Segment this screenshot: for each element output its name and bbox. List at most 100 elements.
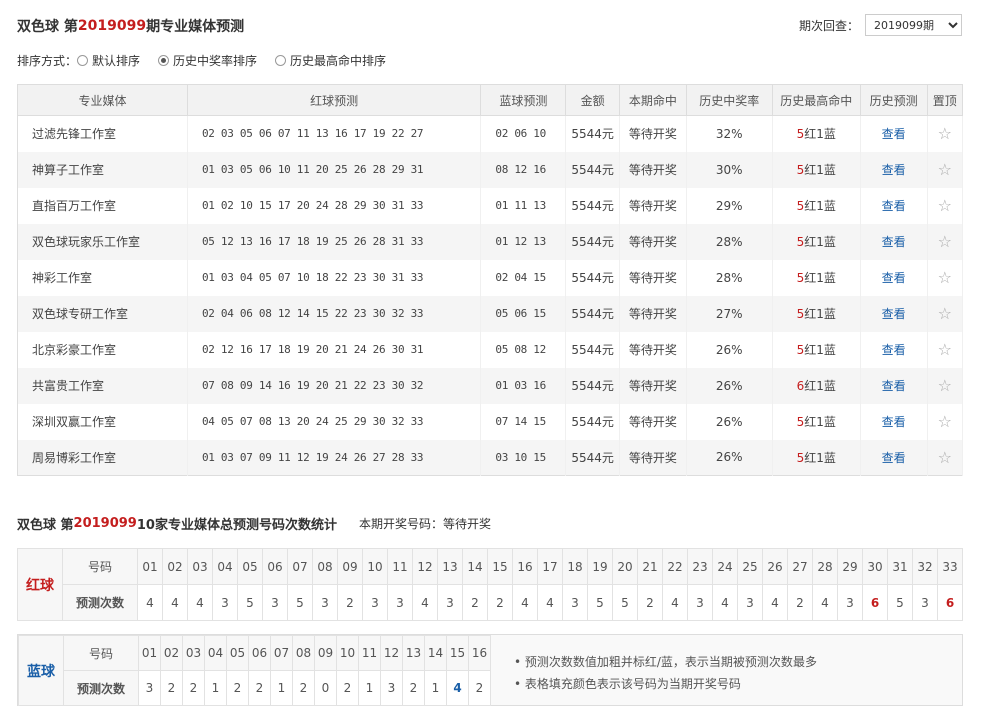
number-row: 蓝球 号码 01 02 03 04 05 06 07 08 09 10 11 12 13 14 15 16 <box>18 635 491 706</box>
period-label: 期次回查： <box>798 18 859 33</box>
view-link[interactable]: 查看 <box>882 415 906 429</box>
blue-ball-stats-panel: 蓝球 号码 01 02 03 04 05 06 07 08 09 10 11 12 13 14 15 16 预测次数… <box>17 634 963 706</box>
amount: 5544元 <box>565 187 620 224</box>
ball-number: 09 <box>337 548 363 585</box>
title-issue: 2019099 <box>77 18 147 34</box>
star-icon[interactable]: ☆ <box>938 448 952 467</box>
star-icon[interactable]: ☆ <box>938 160 952 179</box>
table-row: 神算子工作室 01 03 05 06 10 11 20 25 26 28 29 3… <box>17 151 964 188</box>
amount: 5544元 <box>565 367 620 404</box>
max-hit-rest: 红1蓝 <box>804 379 836 393</box>
column-header: 蓝球预测 <box>480 84 567 116</box>
pin-cell: ☆ <box>927 259 964 296</box>
star-icon[interactable]: ☆ <box>938 196 952 215</box>
ball-count: 4 <box>812 584 838 621</box>
view-link[interactable]: 查看 <box>882 307 906 321</box>
red-prediction: 05 12 13 16 17 18 19 25 26 28 31 33 <box>187 223 482 260</box>
ball-number: 08 <box>292 635 315 671</box>
history-prediction: 查看 <box>860 403 928 440</box>
ball-number: 05 <box>237 548 263 585</box>
blue-prediction: 02 06 10 <box>480 115 567 152</box>
ball-number: 05 <box>226 635 249 671</box>
view-link[interactable]: 查看 <box>882 343 906 357</box>
history-prediction: 查看 <box>860 151 928 188</box>
draw-result: 本期开奖号码：等待开奖 <box>359 515 491 532</box>
ball-type-label: 蓝球 <box>18 635 64 706</box>
radio-checked-icon[interactable] <box>158 54 170 66</box>
blue-prediction: 05 06 15 <box>480 295 567 332</box>
max-hit-rest: 红1蓝 <box>804 343 836 357</box>
title-suffix: 期专业媒体预测 <box>146 19 245 35</box>
star-icon[interactable]: ☆ <box>938 412 952 431</box>
ball-count: 5 <box>287 584 313 621</box>
ball-count: 4 <box>712 584 738 621</box>
ball-number: 15 <box>446 635 469 671</box>
ball-number: 16 <box>468 635 491 671</box>
radio-icon[interactable] <box>275 54 287 66</box>
view-link[interactable]: 查看 <box>882 451 906 465</box>
history-prediction: 查看 <box>860 439 928 476</box>
star-icon[interactable]: ☆ <box>938 124 952 143</box>
ball-count: 3 <box>687 584 713 621</box>
blue-prediction: 01 11 13 <box>480 187 567 224</box>
column-header: 历史最高命中 <box>772 84 861 116</box>
column-header: 金额 <box>565 84 620 116</box>
pin-cell: ☆ <box>927 151 964 188</box>
view-link[interactable]: 查看 <box>882 199 906 213</box>
ball-number: 32 <box>912 548 938 585</box>
view-link[interactable]: 查看 <box>882 235 906 249</box>
ball-count: 2 <box>336 670 359 706</box>
ball-count: 4 <box>537 584 563 621</box>
history-max-hit: 5红1蓝 <box>772 439 861 476</box>
notes: • 预测次数数值加粗并标红/蓝，表示当期被预测次数最多 • 表格填充颜色表示该号… <box>514 651 817 695</box>
ball-type-label: 红球 <box>17 548 63 621</box>
amount: 5544元 <box>565 295 620 332</box>
history-prediction: 查看 <box>860 367 928 404</box>
history-max-hit: 5红1蓝 <box>772 403 861 440</box>
red-ball-stats-table: 红球 号码 01 02 03 04 05 06 07 08 09 10 11 12 13 14 15 16 17 18… <box>17 548 963 621</box>
history-prediction: 查看 <box>860 259 928 296</box>
count-row: 预测次数 3 2 2 1 2 2 1 2 0 2 1 3 2 1 4 2 <box>19 670 491 706</box>
history-max-hit: 5红1蓝 <box>772 259 861 296</box>
view-link[interactable]: 查看 <box>882 163 906 177</box>
sort-option-default[interactable]: 默认排序 <box>77 52 140 69</box>
amount: 5544元 <box>565 223 620 260</box>
stats-title-issue: 2019099 <box>73 515 137 531</box>
title-prefix: 双色球 第 <box>17 19 78 35</box>
ball-number: 20 <box>612 548 638 585</box>
star-icon[interactable]: ☆ <box>938 304 952 323</box>
ball-number: 14 <box>462 548 488 585</box>
view-link[interactable]: 查看 <box>882 271 906 285</box>
sort-option-max[interactable]: 历史最高命中排序 <box>275 52 386 69</box>
view-link[interactable]: 查看 <box>882 127 906 141</box>
history-prediction: 查看 <box>860 115 928 152</box>
stats-title-suffix: 10家专业媒体总预测号码次数统计 <box>136 517 337 533</box>
media-name: 共富贵工作室 <box>17 367 188 404</box>
ball-number: 28 <box>812 548 838 585</box>
ball-count: 4 <box>662 584 688 621</box>
sort-option-rate[interactable]: 历史中奖率排序 <box>158 52 257 69</box>
radio-icon[interactable] <box>77 54 89 66</box>
media-name: 过滤先锋工作室 <box>17 115 188 152</box>
row-header: 号码 <box>62 548 138 585</box>
view-link[interactable]: 查看 <box>882 379 906 393</box>
blue-prediction: 03 10 15 <box>480 439 567 476</box>
star-icon[interactable]: ☆ <box>938 268 952 287</box>
star-icon[interactable]: ☆ <box>938 376 952 395</box>
ball-count: 6 <box>937 584 963 621</box>
draw-value: 等待开奖 <box>442 516 491 531</box>
period-select[interactable]: 2019099期 <box>865 14 962 36</box>
red-prediction: 02 12 16 17 18 19 20 21 24 26 30 31 <box>187 331 482 368</box>
max-hit-rest: 红1蓝 <box>804 271 836 285</box>
ball-number: 10 <box>336 635 359 671</box>
table-row: 深圳双赢工作室 04 05 07 08 13 20 24 25 29 30 32 … <box>17 403 964 440</box>
ball-number: 31 <box>887 548 913 585</box>
table-row: 过滤先锋工作室 02 03 05 06 07 11 13 16 17 19 22 … <box>17 115 964 152</box>
ball-number: 23 <box>687 548 713 585</box>
star-icon[interactable]: ☆ <box>938 340 952 359</box>
table-row: 神彩工作室 01 03 04 05 07 10 18 22 23 30 31 33… <box>17 259 964 296</box>
star-icon[interactable]: ☆ <box>938 232 952 251</box>
ball-number: 21 <box>637 548 663 585</box>
ball-count: 3 <box>837 584 863 621</box>
red-prediction: 04 05 07 08 13 20 24 25 29 30 32 33 <box>187 403 482 440</box>
